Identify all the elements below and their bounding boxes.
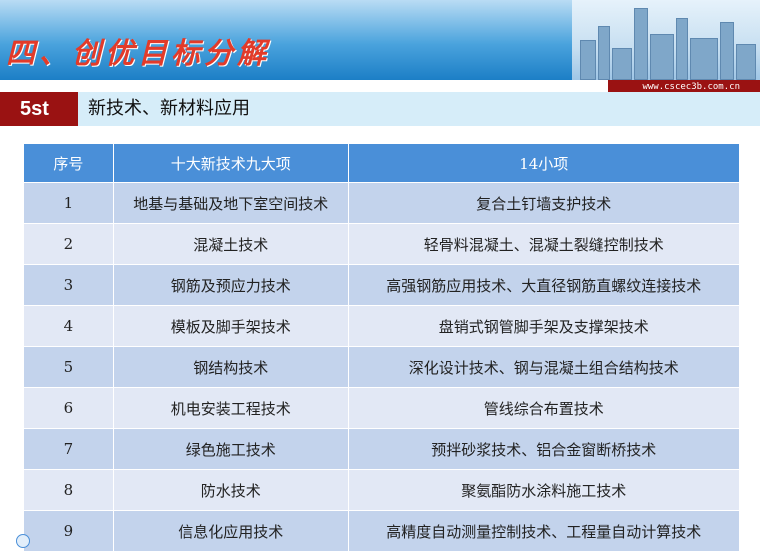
cell-subitems: 管线综合布置技术 [347, 387, 741, 429]
cell-category: 绿色施工技术 [112, 428, 349, 470]
cell-subitems: 复合土钉墙支护技术 [347, 182, 741, 224]
table-row: 9 信息化应用技术 高精度自动测量控制技术、工程量自动计算技术 [23, 510, 741, 552]
cell-category: 防水技术 [112, 469, 349, 511]
column-header-index: 序号 [23, 143, 114, 183]
cell-index: 6 [23, 387, 114, 429]
page-marker-icon [16, 534, 30, 548]
cell-subitems: 深化设计技术、钢与混凝土组合结构技术 [347, 346, 741, 388]
table-row: 8 防水技术 聚氨酯防水涂料施工技术 [23, 469, 741, 511]
city-skyline-image [572, 0, 760, 80]
table-row: 6 机电安装工程技术 管线综合布置技术 [23, 387, 741, 429]
cell-index: 2 [23, 223, 114, 265]
cell-index: 1 [23, 182, 114, 224]
cell-category: 机电安装工程技术 [112, 387, 349, 429]
table-row: 7 绿色施工技术 预拌砂浆技术、铝合金窗断桥技术 [23, 428, 741, 470]
cell-index: 7 [23, 428, 114, 470]
cell-category: 信息化应用技术 [112, 510, 349, 552]
cell-subitems: 高强钢筋应用技术、大直径钢筋直螺纹连接技术 [347, 264, 741, 306]
cell-category: 钢结构技术 [112, 346, 349, 388]
page-title: 四、创优目标分解 [6, 36, 271, 70]
table-header-row: 序号 十大新技术九大项 14小项 [23, 143, 741, 183]
section-bar: 5st 新技术、新材料应用 [0, 92, 760, 126]
cell-subitems: 聚氨酯防水涂料施工技术 [347, 469, 741, 511]
cell-index: 9 [23, 510, 114, 552]
table-row: 5 钢结构技术 深化设计技术、钢与混凝土组合结构技术 [23, 346, 741, 388]
cell-subitems: 预拌砂浆技术、铝合金窗断桥技术 [347, 428, 741, 470]
table-row: 3 钢筋及预应力技术 高强钢筋应用技术、大直径钢筋直螺纹连接技术 [23, 264, 741, 306]
cell-subitems: 高精度自动测量控制技术、工程量自动计算技术 [347, 510, 741, 552]
cell-category: 钢筋及预应力技术 [112, 264, 349, 306]
cell-index: 5 [23, 346, 114, 388]
table-row: 4 模板及脚手架技术 盘销式钢管脚手架及支撑架技术 [23, 305, 741, 347]
cell-category: 混凝土技术 [112, 223, 349, 265]
table-row: 1 地基与基础及地下室空间技术 复合土钉墙支护技术 [23, 182, 741, 224]
cell-category: 模板及脚手架技术 [112, 305, 349, 347]
section-badge: 5st [0, 92, 78, 126]
cell-category: 地基与基础及地下室空间技术 [112, 182, 349, 224]
column-header-category: 十大新技术九大项 [112, 143, 349, 183]
cell-index: 8 [23, 469, 114, 511]
table-row: 2 混凝土技术 轻骨料混凝土、混凝土裂缝控制技术 [23, 223, 741, 265]
cell-subitems: 盘销式钢管脚手架及支撑架技术 [347, 305, 741, 347]
column-header-subitems: 14小项 [347, 143, 741, 183]
website-url: www.cscec3b.com.cn [642, 82, 740, 92]
technology-table: 序号 十大新技术九大项 14小项 1 地基与基础及地下室空间技术 复合土钉墙支护… [23, 143, 741, 552]
cell-index: 4 [23, 305, 114, 347]
section-title: 新技术、新材料应用 [88, 98, 250, 119]
cell-subitems: 轻骨料混凝土、混凝土裂缝控制技术 [347, 223, 741, 265]
cell-index: 3 [23, 264, 114, 306]
